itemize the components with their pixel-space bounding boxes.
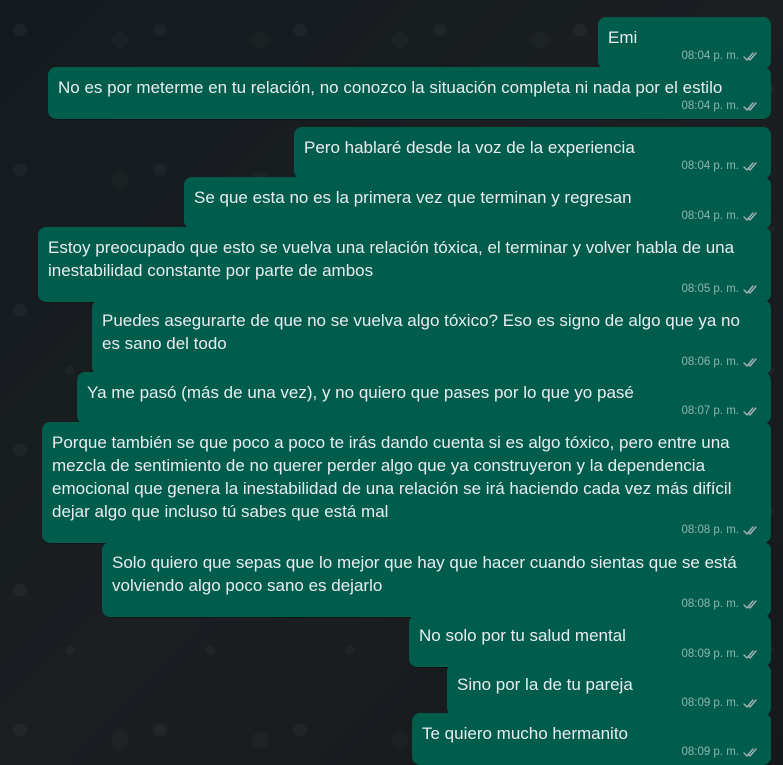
message-time: 08:07 p. m. [681,405,739,417]
message-meta: 08:04 p. m. [681,159,759,173]
message-meta: 08:05 p. m. [681,282,759,296]
message-meta: 08:09 p. m. [681,745,759,759]
message-bubble[interactable]: Ya me pasó (más de una vez), y no quiero… [77,372,771,424]
message-bubble[interactable]: Porque también se que poco a poco te irá… [42,422,771,543]
message-bubble[interactable]: Estoy preocupado que esto se vuelva una … [38,227,771,302]
message-meta: 08:09 p. m. [681,696,759,710]
message-meta: 08:08 p. m. [681,523,759,537]
message-text: Solo quiero que sepas que lo mejor que h… [112,553,742,595]
message-meta: 08:04 p. m. [681,209,759,223]
double-check-icon [743,51,759,62]
message-time: 08:04 p. m. [681,50,739,62]
message-time: 08:09 p. m. [681,697,739,709]
message-text: Se que esta no es la primera vez que ter… [194,188,632,207]
message-bubble[interactable]: Pero hablaré desde la voz de la experien… [294,127,771,179]
double-check-icon [743,698,759,709]
message-text: Pero hablaré desde la voz de la experien… [304,138,635,157]
double-check-icon [743,357,759,368]
double-check-icon [743,649,759,660]
chat-panel: Emi 08:04 p. m. No es por meterme en tu … [0,0,783,765]
double-check-icon [743,525,759,536]
message-time: 08:06 p. m. [681,356,739,368]
message-text: Puedes asegurarte de que no se vuelva al… [102,311,745,353]
message-meta: 08:09 p. m. [681,647,759,661]
message-time: 08:04 p. m. [681,100,739,112]
message-bubble[interactable]: Se que esta no es la primera vez que ter… [184,177,771,229]
message-text: Porque también se que poco a poco te irá… [52,433,737,521]
double-check-icon [743,284,759,295]
message-text: Ya me pasó (más de una vez), y no quiero… [87,383,634,402]
message-time: 08:08 p. m. [681,524,739,536]
message-bubble[interactable]: Solo quiero que sepas que lo mejor que h… [102,542,771,617]
message-meta: 08:06 p. m. [681,355,759,369]
message-time: 08:04 p. m. [681,210,739,222]
message-bubble[interactable]: Emi 08:04 p. m. [598,17,771,69]
message-bubble[interactable]: No solo por tu salud mental 08:09 p. m. [409,615,771,667]
message-time: 08:04 p. m. [681,160,739,172]
message-text: Estoy preocupado que esto se vuelva una … [48,238,739,280]
message-bubble[interactable]: Puedes asegurarte de que no se vuelva al… [92,300,771,375]
message-time: 08:09 p. m. [681,648,739,660]
message-text: Emi [608,28,638,47]
double-check-icon [743,599,759,610]
message-time: 08:09 p. m. [681,746,739,758]
message-meta: 08:04 p. m. [681,99,759,113]
double-check-icon [743,406,759,417]
message-bubble[interactable]: No es por meterme en tu relación, no con… [48,67,771,119]
message-time: 08:05 p. m. [681,283,739,295]
message-text: Te quiero mucho hermanito [422,724,629,743]
message-time: 08:08 p. m. [681,598,739,610]
double-check-icon [743,161,759,172]
message-bubble[interactable]: Sino por la de tu pareja 08:09 p. m. [447,664,771,716]
message-meta: 08:07 p. m. [681,404,759,418]
double-check-icon [743,101,759,112]
message-meta: 08:08 p. m. [681,597,759,611]
message-text: Sino por la de tu pareja [457,675,633,694]
double-check-icon [743,211,759,222]
message-bubble[interactable]: Te quiero mucho hermanito 08:09 p. m. [412,713,771,765]
message-text: No solo por tu salud mental [419,626,626,645]
message-meta: 08:04 p. m. [681,49,759,63]
message-text: No es por meterme en tu relación, no con… [58,78,723,97]
double-check-icon [743,747,759,758]
